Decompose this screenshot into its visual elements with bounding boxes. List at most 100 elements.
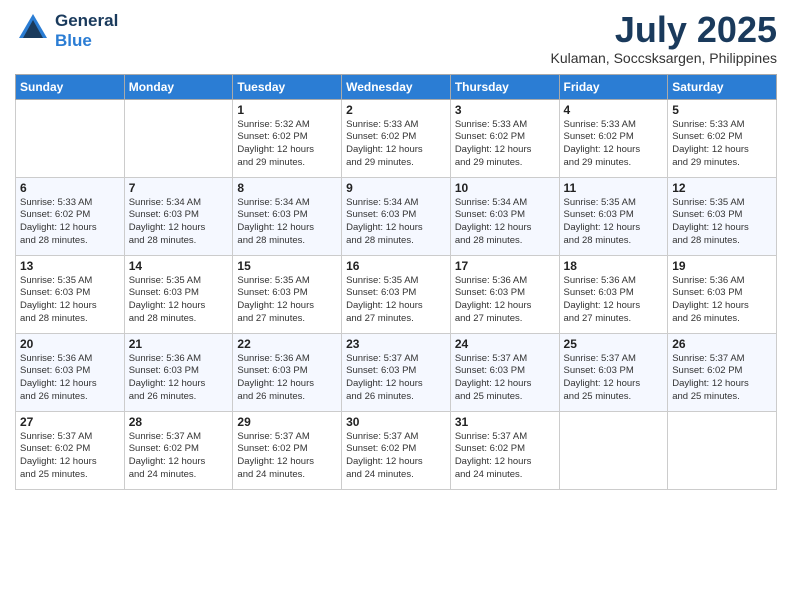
calendar-cell: 13 Sunrise: 5:35 AM Sunset: 6:03 PM Dayli… bbox=[16, 255, 125, 333]
logo-icon bbox=[15, 10, 51, 46]
day-number: 31 bbox=[455, 415, 555, 429]
day-info: Sunrise: 5:34 AM Sunset: 6:03 PM Dayligh… bbox=[129, 197, 229, 248]
day-info: Sunrise: 5:35 AM Sunset: 6:03 PM Dayligh… bbox=[20, 275, 120, 326]
week-row-5: 27 Sunrise: 5:37 AM Sunset: 6:02 PM Dayli… bbox=[16, 411, 777, 489]
calendar-cell bbox=[559, 411, 668, 489]
header-friday: Friday bbox=[559, 74, 668, 99]
day-info: Sunrise: 5:37 AM Sunset: 6:02 PM Dayligh… bbox=[672, 353, 772, 404]
header-thursday: Thursday bbox=[450, 74, 559, 99]
day-number: 20 bbox=[20, 337, 120, 351]
week-row-1: 1Sunrise: 5:32 AM Sunset: 6:02 PM Daylig… bbox=[16, 99, 777, 177]
week-row-2: 6 Sunrise: 5:33 AM Sunset: 6:02 PM Daylig… bbox=[16, 177, 777, 255]
day-info: Sunrise: 5:36 AM Sunset: 6:03 PM Dayligh… bbox=[672, 275, 772, 326]
calendar-cell bbox=[124, 99, 233, 177]
day-number: 24 bbox=[455, 337, 555, 351]
calendar-cell: 20 Sunrise: 5:36 AM Sunset: 6:03 PM Dayli… bbox=[16, 333, 125, 411]
calendar-cell: 22 Sunrise: 5:36 AM Sunset: 6:03 PM Dayli… bbox=[233, 333, 342, 411]
day-info: Sunrise: 5:36 AM Sunset: 6:03 PM Dayligh… bbox=[455, 275, 555, 326]
day-number: 7 bbox=[129, 181, 229, 195]
day-number: 25 bbox=[564, 337, 664, 351]
logo: General Blue bbox=[15, 10, 118, 51]
calendar-cell: 31 Sunrise: 5:37 AM Sunset: 6:02 PM Dayli… bbox=[450, 411, 559, 489]
day-info: Sunrise: 5:33 AM Sunset: 6:02 PM Dayligh… bbox=[20, 197, 120, 248]
calendar-cell: 8 Sunrise: 5:34 AM Sunset: 6:03 PM Daylig… bbox=[233, 177, 342, 255]
header-saturday: Saturday bbox=[668, 74, 777, 99]
day-number: 9 bbox=[346, 181, 446, 195]
day-info: Sunrise: 5:36 AM Sunset: 6:03 PM Dayligh… bbox=[237, 353, 337, 404]
day-number: 18 bbox=[564, 259, 664, 273]
day-number: 12 bbox=[672, 181, 772, 195]
header-sunday: Sunday bbox=[16, 74, 125, 99]
calendar-cell: 18 Sunrise: 5:36 AM Sunset: 6:03 PM Dayli… bbox=[559, 255, 668, 333]
day-number: 21 bbox=[129, 337, 229, 351]
day-number: 16 bbox=[346, 259, 446, 273]
day-number: 1 bbox=[237, 103, 337, 117]
day-number: 29 bbox=[237, 415, 337, 429]
day-number: 22 bbox=[237, 337, 337, 351]
calendar-cell: 10Sunrise: 5:34 AM Sunset: 6:03 PM Dayli… bbox=[450, 177, 559, 255]
page: General Blue July 2025 Kulaman, Soccsksa… bbox=[0, 0, 792, 612]
week-row-4: 20 Sunrise: 5:36 AM Sunset: 6:03 PM Dayli… bbox=[16, 333, 777, 411]
day-info: Sunrise: 5:33 AM Sunset: 6:02 PM Dayligh… bbox=[672, 119, 772, 170]
calendar-cell: 15 Sunrise: 5:35 AM Sunset: 6:03 PM Dayli… bbox=[233, 255, 342, 333]
day-number: 10 bbox=[455, 181, 555, 195]
day-number: 13 bbox=[20, 259, 120, 273]
day-info: Sunrise: 5:34 AM Sunset: 6:03 PM Dayligh… bbox=[346, 197, 446, 248]
calendar-cell: 29Sunrise: 5:37 AM Sunset: 6:02 PM Dayli… bbox=[233, 411, 342, 489]
calendar-cell: 28 Sunrise: 5:37 AM Sunset: 6:02 PM Dayli… bbox=[124, 411, 233, 489]
day-info: Sunrise: 5:35 AM Sunset: 6:03 PM Dayligh… bbox=[129, 275, 229, 326]
calendar-cell: 25 Sunrise: 5:37 AM Sunset: 6:03 PM Dayli… bbox=[559, 333, 668, 411]
day-number: 19 bbox=[672, 259, 772, 273]
calendar-cell: 23 Sunrise: 5:37 AM Sunset: 6:03 PM Dayli… bbox=[342, 333, 451, 411]
day-info: Sunrise: 5:37 AM Sunset: 6:03 PM Dayligh… bbox=[564, 353, 664, 404]
day-number: 28 bbox=[129, 415, 229, 429]
logo-general: General bbox=[55, 11, 118, 31]
calendar-cell: 2Sunrise: 5:33 AM Sunset: 6:02 PM Daylig… bbox=[342, 99, 451, 177]
day-info: Sunrise: 5:33 AM Sunset: 6:02 PM Dayligh… bbox=[564, 119, 664, 170]
day-number: 27 bbox=[20, 415, 120, 429]
calendar-cell: 30Sunrise: 5:37 AM Sunset: 6:02 PM Dayli… bbox=[342, 411, 451, 489]
day-info: Sunrise: 5:35 AM Sunset: 6:03 PM Dayligh… bbox=[672, 197, 772, 248]
month-title: July 2025 bbox=[551, 10, 777, 50]
day-number: 17 bbox=[455, 259, 555, 273]
header-tuesday: Tuesday bbox=[233, 74, 342, 99]
day-info: Sunrise: 5:36 AM Sunset: 6:03 PM Dayligh… bbox=[564, 275, 664, 326]
day-number: 6 bbox=[20, 181, 120, 195]
calendar-cell: 1Sunrise: 5:32 AM Sunset: 6:02 PM Daylig… bbox=[233, 99, 342, 177]
week-row-3: 13 Sunrise: 5:35 AM Sunset: 6:03 PM Dayli… bbox=[16, 255, 777, 333]
day-number: 23 bbox=[346, 337, 446, 351]
logo-blue: Blue bbox=[55, 31, 118, 51]
calendar-cell: 21Sunrise: 5:36 AM Sunset: 6:03 PM Dayli… bbox=[124, 333, 233, 411]
calendar-cell: 6 Sunrise: 5:33 AM Sunset: 6:02 PM Daylig… bbox=[16, 177, 125, 255]
day-info: Sunrise: 5:34 AM Sunset: 6:03 PM Dayligh… bbox=[237, 197, 337, 248]
day-info: Sunrise: 5:37 AM Sunset: 6:02 PM Dayligh… bbox=[455, 431, 555, 482]
day-info: Sunrise: 5:37 AM Sunset: 6:02 PM Dayligh… bbox=[129, 431, 229, 482]
day-info: Sunrise: 5:37 AM Sunset: 6:02 PM Dayligh… bbox=[20, 431, 120, 482]
day-info: Sunrise: 5:35 AM Sunset: 6:03 PM Dayligh… bbox=[346, 275, 446, 326]
calendar-cell bbox=[16, 99, 125, 177]
calendar-header-row: SundayMondayTuesdayWednesdayThursdayFrid… bbox=[16, 74, 777, 99]
day-number: 14 bbox=[129, 259, 229, 273]
header: General Blue July 2025 Kulaman, Soccsksa… bbox=[15, 10, 777, 66]
day-info: Sunrise: 5:37 AM Sunset: 6:03 PM Dayligh… bbox=[346, 353, 446, 404]
header-monday: Monday bbox=[124, 74, 233, 99]
header-wednesday: Wednesday bbox=[342, 74, 451, 99]
calendar-cell bbox=[668, 411, 777, 489]
day-number: 8 bbox=[237, 181, 337, 195]
calendar-cell: 14 Sunrise: 5:35 AM Sunset: 6:03 PM Dayli… bbox=[124, 255, 233, 333]
day-number: 26 bbox=[672, 337, 772, 351]
day-number: 15 bbox=[237, 259, 337, 273]
day-number: 4 bbox=[564, 103, 664, 117]
day-info: Sunrise: 5:33 AM Sunset: 6:02 PM Dayligh… bbox=[455, 119, 555, 170]
day-info: Sunrise: 5:36 AM Sunset: 6:03 PM Dayligh… bbox=[20, 353, 120, 404]
day-info: Sunrise: 5:33 AM Sunset: 6:02 PM Dayligh… bbox=[346, 119, 446, 170]
day-info: Sunrise: 5:35 AM Sunset: 6:03 PM Dayligh… bbox=[237, 275, 337, 326]
calendar-cell: 26 Sunrise: 5:37 AM Sunset: 6:02 PM Dayli… bbox=[668, 333, 777, 411]
calendar-cell: 4 Sunrise: 5:33 AM Sunset: 6:02 PM Daylig… bbox=[559, 99, 668, 177]
day-number: 11 bbox=[564, 181, 664, 195]
calendar-cell: 27 Sunrise: 5:37 AM Sunset: 6:02 PM Dayli… bbox=[16, 411, 125, 489]
calendar-table: SundayMondayTuesdayWednesdayThursdayFrid… bbox=[15, 74, 777, 490]
calendar-cell: 12 Sunrise: 5:35 AM Sunset: 6:03 PM Dayli… bbox=[668, 177, 777, 255]
calendar-cell: 7 Sunrise: 5:34 AM Sunset: 6:03 PM Daylig… bbox=[124, 177, 233, 255]
calendar-cell: 16 Sunrise: 5:35 AM Sunset: 6:03 PM Dayli… bbox=[342, 255, 451, 333]
